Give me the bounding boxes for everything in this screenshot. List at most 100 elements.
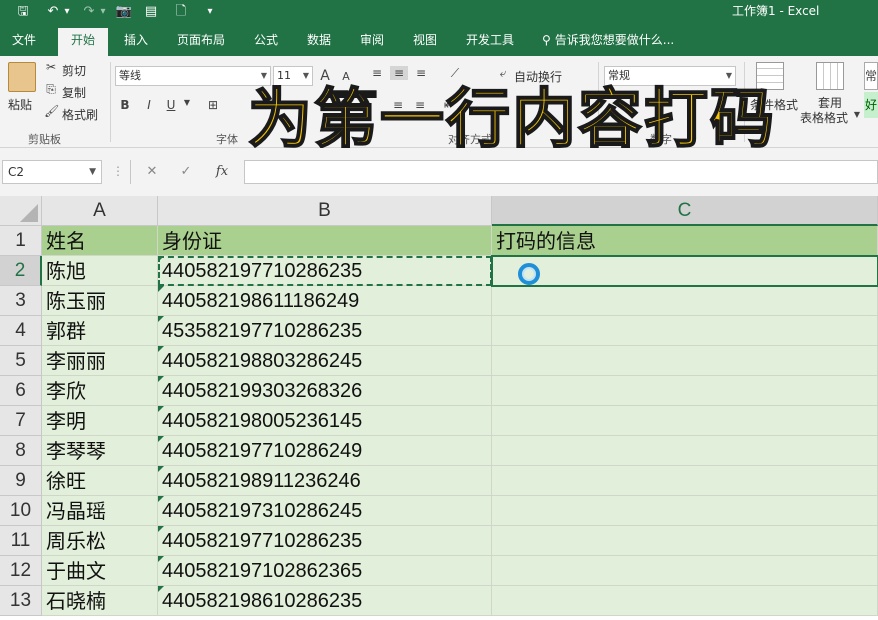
id-number-cell[interactable]: 440582197102862365: [158, 556, 492, 586]
chevron-down-icon[interactable]: ▼: [852, 110, 862, 119]
scissors-icon[interactable]: ✂: [44, 60, 58, 74]
row-header[interactable]: 4: [0, 316, 42, 346]
align-top-icon[interactable]: ≡: [368, 66, 386, 80]
paste-icon[interactable]: [8, 62, 36, 92]
name-cell[interactable]: 李丽丽: [42, 346, 158, 376]
row-header[interactable]: 8: [0, 436, 42, 466]
tab-home[interactable]: 开始: [58, 28, 108, 56]
tab-review[interactable]: 审阅: [350, 28, 394, 56]
name-cell[interactable]: 李欣: [42, 376, 158, 406]
name-cell[interactable]: 郭群: [42, 316, 158, 346]
name-cell[interactable]: 李明: [42, 406, 158, 436]
id-number-cell[interactable]: 440582197310286245: [158, 496, 492, 526]
save-icon[interactable]: 🖫: [12, 0, 34, 24]
document-icon[interactable]: ▤: [142, 0, 160, 24]
insert-function-icon[interactable]: fx: [208, 160, 236, 184]
name-cell[interactable]: 石晓楠: [42, 586, 158, 616]
row-header[interactable]: 12: [0, 556, 42, 586]
row-header[interactable]: 6: [0, 376, 42, 406]
row-header-1[interactable]: 1: [0, 226, 42, 256]
masked-info-cell[interactable]: [492, 586, 878, 616]
tab-formulas[interactable]: 公式: [244, 28, 288, 56]
row-header[interactable]: 11: [0, 526, 42, 556]
borders-icon[interactable]: ⊞: [205, 98, 221, 112]
tab-data[interactable]: 数据: [296, 28, 342, 56]
format-as-table-icon[interactable]: [816, 62, 844, 90]
id-number-cell[interactable]: 440582198611186249: [158, 286, 492, 316]
customize-quick-access-icon[interactable]: ▾: [204, 0, 216, 24]
copy-button[interactable]: 复制: [62, 84, 86, 101]
id-number-cell[interactable]: 440582198610286235: [158, 586, 492, 616]
column-header-b[interactable]: B: [158, 196, 492, 226]
column-header-c[interactable]: C: [492, 196, 878, 226]
masked-info-cell[interactable]: [492, 406, 878, 436]
id-number-cell[interactable]: 440582197710286235: [158, 526, 492, 556]
id-number-cell[interactable]: 440582198911236246: [158, 466, 492, 496]
format-painter-icon[interactable]: 🖌: [44, 104, 59, 118]
cell-style-normal[interactable]: 常: [864, 62, 878, 90]
id-number-cell[interactable]: 440582197710286249: [158, 436, 492, 466]
undo-icon[interactable]: ↶: [44, 0, 62, 24]
name-cell[interactable]: 陈玉丽: [42, 286, 158, 316]
row-header[interactable]: 7: [0, 406, 42, 436]
masked-info-cell[interactable]: [492, 346, 878, 376]
row-header[interactable]: 10: [0, 496, 42, 526]
wrap-text-icon[interactable]: ⤶: [496, 66, 510, 81]
cut-button[interactable]: 剪切: [62, 62, 86, 79]
name-cell[interactable]: 于曲文: [42, 556, 158, 586]
row-header[interactable]: 3: [0, 286, 42, 316]
enter-icon[interactable]: ✓: [172, 160, 200, 184]
tell-me-box[interactable]: ⚲ 告诉我您想要做什么...: [542, 28, 674, 52]
copy-icon[interactable]: ⎘: [44, 82, 58, 97]
orientation-icon[interactable]: ⟋: [444, 66, 466, 81]
name-cell[interactable]: 周乐松: [42, 526, 158, 556]
new-file-icon[interactable]: 🗋: [172, 0, 190, 24]
masked-info-cell[interactable]: [492, 316, 878, 346]
name-cell[interactable]: 徐旺: [42, 466, 158, 496]
name-box[interactable]: C2 ▼: [2, 160, 102, 184]
masked-info-cell[interactable]: [492, 556, 878, 586]
masked-info-cell[interactable]: [492, 286, 878, 316]
id-number-cell[interactable]: 440582198005236145: [158, 406, 492, 436]
masked-info-cell[interactable]: [492, 466, 878, 496]
camera-icon[interactable]: 📷: [114, 0, 134, 24]
column-header-a[interactable]: A: [42, 196, 158, 226]
row-header[interactable]: 2: [0, 256, 42, 286]
tab-insert[interactable]: 插入: [114, 28, 158, 56]
cell-style-good[interactable]: 好: [864, 92, 878, 118]
id-number-cell[interactable]: 453582197710286235: [158, 316, 492, 346]
name-cell[interactable]: 冯晶瑶: [42, 496, 158, 526]
format-painter-button[interactable]: 格式刷: [62, 106, 98, 123]
tab-view[interactable]: 视图: [402, 28, 448, 56]
tab-page-layout[interactable]: 页面布局: [168, 28, 234, 56]
masked-info-cell[interactable]: [492, 526, 878, 556]
format-as-table-label-2[interactable]: 表格格式: [800, 109, 848, 126]
name-cell[interactable]: 李琴琴: [42, 436, 158, 466]
redo-icon[interactable]: ↷: [80, 0, 98, 24]
redo-dropdown-icon[interactable]: ▾: [98, 0, 108, 24]
underline-button[interactable]: U: [164, 98, 178, 112]
cell-c1[interactable]: 打码的信息: [492, 226, 878, 256]
undo-dropdown-icon[interactable]: ▾: [62, 0, 72, 24]
row-header[interactable]: 5: [0, 346, 42, 376]
paste-button[interactable]: 粘贴: [8, 96, 32, 113]
row-header[interactable]: 9: [0, 466, 42, 496]
id-number-cell[interactable]: 440582199303268326: [158, 376, 492, 406]
align-middle-icon[interactable]: ≡: [390, 66, 408, 80]
masked-info-cell[interactable]: [492, 376, 878, 406]
bold-button[interactable]: B: [118, 98, 132, 112]
tab-developer[interactable]: 开发工具: [458, 28, 522, 56]
tab-file[interactable]: 文件: [0, 28, 48, 56]
masked-info-cell[interactable]: [492, 436, 878, 466]
formula-input[interactable]: [244, 160, 878, 184]
italic-button[interactable]: I: [142, 98, 156, 112]
cell-b1[interactable]: 身份证: [158, 226, 492, 256]
row-header[interactable]: 13: [0, 586, 42, 616]
cancel-icon[interactable]: ✕: [138, 160, 166, 184]
id-number-cell[interactable]: 440582198803286245: [158, 346, 492, 376]
underline-dropdown-icon[interactable]: ▼: [182, 98, 192, 107]
select-all-button[interactable]: [0, 196, 42, 226]
name-cell[interactable]: 陈旭: [42, 256, 158, 286]
masked-info-cell[interactable]: [492, 496, 878, 526]
cell-a1[interactable]: 姓名: [42, 226, 158, 256]
